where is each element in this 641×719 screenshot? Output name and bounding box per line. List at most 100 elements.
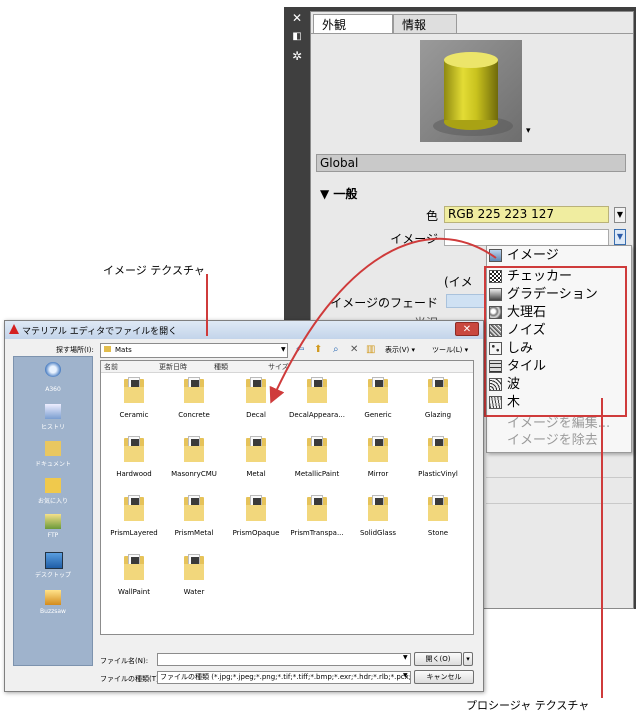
folder-label: MasonryCMU: [171, 470, 217, 478]
folder-icon: [124, 436, 144, 462]
folder-label: Stone: [427, 529, 449, 537]
menu-item-edit-image: イメージを編集...: [507, 416, 611, 431]
folder-icon: [184, 377, 204, 403]
open-button[interactable]: 開く(O): [414, 652, 462, 666]
column-modified[interactable]: 更新日時: [159, 362, 187, 372]
menu-item-image[interactable]: イメージ: [487, 247, 617, 265]
folder-label: Water: [183, 588, 205, 596]
folder-icon: [428, 377, 448, 403]
tools-menu-button[interactable]: ツール(L) ▾: [432, 345, 468, 355]
back-icon[interactable]: ⇦: [296, 344, 304, 355]
image-fade-label: イメージのフェード: [330, 296, 438, 310]
material-preview[interactable]: [420, 40, 522, 142]
folder-icon: [124, 495, 144, 521]
folder-icon: [124, 377, 144, 403]
filetype-select[interactable]: ファイルの種類 (*.jpg;*.jpeg;*.png;*.tif;*.tiff…: [157, 671, 411, 684]
place-documents[interactable]: ドキュメント: [13, 441, 93, 468]
menu-item-remove-image: イメージを除去: [507, 433, 598, 448]
image-label: イメージ: [390, 232, 438, 246]
delete-icon[interactable]: ✕: [350, 344, 358, 355]
folder-icon: [428, 436, 448, 462]
preview-menu-arrow-icon[interactable]: ▾: [526, 126, 531, 136]
buzzsaw-icon: [45, 590, 61, 605]
filename-input[interactable]: [157, 653, 411, 666]
tab-information[interactable]: 情報: [393, 14, 457, 34]
view-menu-button[interactable]: 表示(V) ▾: [385, 345, 415, 355]
pin-icon[interactable]: ◧: [290, 31, 304, 43]
color-label: 色: [425, 209, 438, 223]
folder-label: DecalAppeara...: [289, 411, 345, 419]
chevron-down-icon[interactable]: ▼: [403, 654, 408, 661]
chevron-down-icon[interactable]: ▼: [281, 346, 286, 353]
folder-icon: [184, 495, 204, 521]
folder-label: PlasticVinyl: [418, 470, 458, 478]
image-field[interactable]: [444, 229, 609, 246]
search-icon[interactable]: ⌕: [333, 344, 339, 355]
folder-label: SolidGlass: [359, 529, 396, 537]
ftp-icon: [45, 514, 61, 529]
divider: [486, 477, 632, 478]
callout-line: [206, 274, 208, 336]
open-options-button[interactable]: ▾: [463, 652, 473, 666]
folder-icon: [246, 377, 266, 403]
folder-icon: [184, 436, 204, 462]
folder-icon: [246, 436, 266, 462]
folder-label: Concrete: [178, 411, 210, 419]
places-bar: [13, 356, 93, 666]
place-favorites[interactable]: お気に入り: [13, 478, 93, 505]
dialog-close-button[interactable]: ✕: [455, 322, 479, 336]
color-dropdown-button[interactable]: ▼: [614, 207, 626, 223]
place-buzzsaw[interactable]: Buzzsaw: [13, 590, 93, 615]
folder-icon: [307, 495, 327, 521]
new-folder-icon[interactable]: ▥: [366, 344, 375, 355]
image-fade-slider[interactable]: [446, 294, 488, 308]
section-general-header[interactable]: ▼ 一般: [320, 185, 357, 202]
chevron-down-icon: ▼: [616, 232, 624, 241]
look-in-combo[interactable]: Mats: [100, 343, 288, 358]
folder-icon: [368, 495, 388, 521]
color-field[interactable]: RGB 225 223 127: [444, 206, 609, 223]
up-folder-icon[interactable]: ⬆: [314, 344, 322, 355]
folder-label: Generic: [364, 411, 392, 419]
cylinder-preview-icon: [433, 52, 513, 136]
image-dropdown-button[interactable]: ▼: [614, 229, 626, 245]
place-a360[interactable]: A360: [13, 362, 93, 393]
place-desktop[interactable]: デスクトップ: [13, 552, 93, 579]
folder-label: Mirror: [367, 470, 389, 478]
image-note-text: (イメ: [444, 275, 473, 289]
history-icon: [45, 404, 61, 419]
tab-appearance[interactable]: 外観: [313, 14, 393, 34]
folder-icon: [246, 495, 266, 521]
folder-icon: [124, 554, 144, 580]
place-history[interactable]: ヒストリ: [13, 404, 93, 431]
folder-icon: [368, 436, 388, 462]
folder-label: Decal: [246, 411, 266, 419]
folder-label: PrismLayered: [110, 529, 158, 537]
cancel-button[interactable]: キャンセル: [414, 670, 474, 684]
folder-label: WallPaint: [118, 588, 150, 596]
column-size[interactable]: サイズ: [268, 362, 289, 372]
column-type[interactable]: 種類: [214, 362, 228, 372]
settings-icon[interactable]: ✲: [290, 50, 304, 62]
image-icon: [489, 249, 502, 262]
material-name-field[interactable]: Global: [316, 154, 626, 172]
dialog-title: マテリアル エディタでファイルを開く: [22, 327, 178, 337]
close-icon[interactable]: ✕: [290, 12, 304, 24]
folder-label: Hardwood: [116, 470, 152, 478]
column-name[interactable]: 名前: [104, 362, 118, 372]
folder-label: PrismMetal: [174, 529, 214, 537]
chevron-down-icon[interactable]: ▼: [403, 672, 408, 679]
divider: [486, 503, 632, 504]
folder-label: PrismTranspa...: [290, 529, 344, 537]
documents-icon: [45, 441, 61, 456]
folder-label: Ceramic: [119, 411, 149, 419]
chevron-down-icon: ▼: [616, 210, 624, 219]
folder-icon: [184, 554, 204, 580]
callout-line: [601, 398, 603, 698]
folder-label: Glazing: [424, 411, 452, 419]
a360-icon: [45, 362, 61, 377]
folder-label: Metal: [246, 470, 266, 478]
image-texture-callout: イメージ テクスチャ: [103, 264, 205, 277]
folder-icon: [104, 346, 111, 352]
place-ftp[interactable]: FTP: [13, 514, 93, 539]
